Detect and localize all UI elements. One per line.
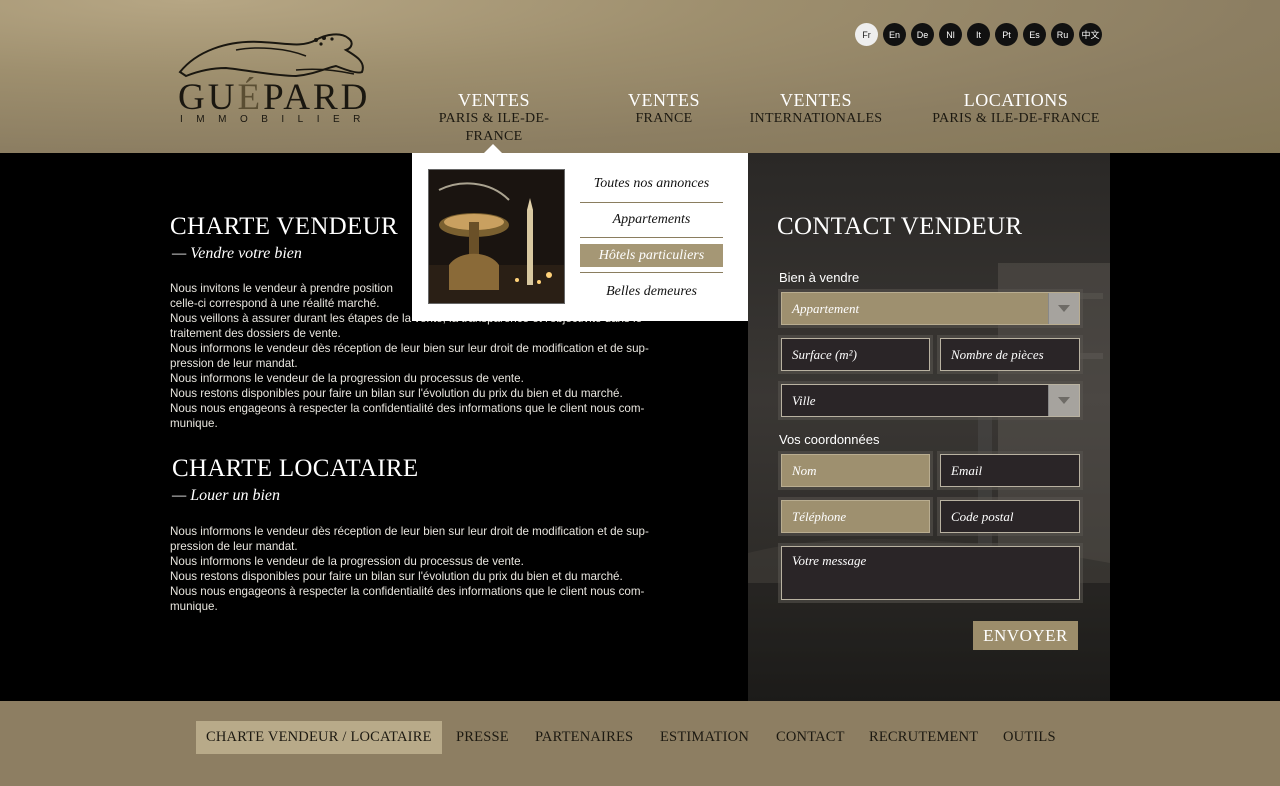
lang-fr[interactable]: Fr bbox=[855, 23, 878, 46]
text-line: munique. bbox=[170, 417, 218, 430]
chevron-down-icon[interactable] bbox=[1048, 385, 1079, 416]
language-switcher: Fr En De Nl It Pt Es Ru 中文 bbox=[855, 23, 1102, 46]
site-header: GUÉPARD IMMOBILIER Fr En De Nl It Pt Es … bbox=[0, 0, 1280, 153]
dropdown-divider bbox=[580, 237, 723, 238]
text-line: Nous informons le vendeur dès réception … bbox=[170, 525, 649, 538]
text-line: Nous informons le vendeur de la progress… bbox=[170, 555, 524, 568]
nav-sublabel: FRANCE bbox=[635, 111, 693, 126]
city-wrap: Ville bbox=[778, 381, 1083, 420]
text-line: munique. bbox=[170, 600, 218, 613]
nav-label: VENTES bbox=[628, 90, 700, 110]
charte-locataire-title: CHARTE LOCATAIRE bbox=[172, 455, 419, 482]
message-wrap: Votre message bbox=[778, 543, 1083, 603]
rooms-input[interactable]: Nombre de pièces bbox=[940, 338, 1080, 371]
vos-coordonnees-label: Vos coordonnées bbox=[779, 432, 880, 447]
property-type-wrap: Appartement bbox=[778, 289, 1083, 328]
dropdown-link-all-listings[interactable]: Toutes nos annonces bbox=[580, 172, 723, 195]
text-line: Nous nous engageons à respecter la confi… bbox=[170, 585, 645, 598]
nav-ventes-france[interactable]: VENTES FRANCE bbox=[614, 90, 714, 128]
pieces-wrap: Nombre de pièces bbox=[937, 335, 1083, 374]
charte-locataire-subtitle: — Louer un bien bbox=[172, 487, 280, 504]
city-select[interactable]: Ville bbox=[781, 384, 1080, 417]
text-line: pression de leur mandat. bbox=[170, 540, 298, 553]
bien-a-vendre-label: Bien à vendre bbox=[779, 270, 860, 285]
nav-label: VENTES bbox=[458, 90, 530, 110]
dropdown-divider bbox=[580, 202, 723, 203]
lang-nl[interactable]: Nl bbox=[939, 23, 962, 46]
footer-nav: CHARTE VENDEUR / LOCATAIRE PRESSE PARTEN… bbox=[0, 701, 1280, 786]
phone-wrap: Téléphone bbox=[778, 497, 933, 536]
charte-vendeur-title: CHARTE VENDEUR bbox=[170, 213, 398, 240]
email-wrap: Email bbox=[937, 451, 1083, 490]
text-line: Nous restons disponibles pour faire un b… bbox=[170, 387, 623, 400]
phone-input[interactable]: Téléphone bbox=[781, 500, 930, 533]
nav-sublabel: PARIS & ILE-DE-FRANCE bbox=[438, 111, 550, 144]
ventes-paris-dropdown: Toutes nos annonces Appartements Hôtels … bbox=[412, 153, 748, 321]
name-input[interactable]: Nom bbox=[781, 454, 930, 487]
nav-label: LOCATIONS bbox=[963, 90, 1069, 110]
name-wrap: Nom bbox=[778, 451, 933, 490]
footer-link-recrutement[interactable]: RECRUTEMENT bbox=[869, 721, 978, 754]
dropdown-link-hotels-particuliers[interactable]: Hôtels particuliers bbox=[580, 244, 723, 267]
text-line: traitement des dossiers de vente. bbox=[170, 327, 341, 340]
nav-ventes-internationales[interactable]: VENTES INTERNATIONALES bbox=[746, 90, 886, 128]
lang-de[interactable]: De bbox=[911, 23, 934, 46]
fountain-photo bbox=[428, 169, 565, 304]
charte-vendeur-subtitle: — Vendre votre bien bbox=[172, 245, 302, 262]
text-line: Nous nous engageons à respecter la confi… bbox=[170, 402, 645, 415]
nav-ventes-paris[interactable]: VENTES PARIS & ILE-DE-FRANCE bbox=[411, 90, 577, 146]
lang-ru[interactable]: Ru bbox=[1051, 23, 1074, 46]
charte-locataire-text: Nous informons le vendeur dès réception … bbox=[170, 524, 690, 614]
contact-vendeur-title: CONTACT VENDEUR bbox=[777, 213, 1023, 240]
send-button[interactable]: ENVOYER bbox=[973, 621, 1078, 650]
footer-link-outils[interactable]: OUTILS bbox=[1003, 721, 1056, 754]
surface-wrap: Surface (m²) bbox=[778, 335, 933, 374]
footer-link-charte[interactable]: CHARTE VENDEUR / LOCATAIRE bbox=[196, 721, 442, 754]
footer-link-estimation[interactable]: ESTIMATION bbox=[660, 721, 749, 754]
postal-code-wrap: Code postal bbox=[937, 497, 1083, 536]
text-line: Nous restons disponibles pour faire un b… bbox=[170, 570, 623, 583]
lang-en[interactable]: En bbox=[883, 23, 906, 46]
surface-input[interactable]: Surface (m²) bbox=[781, 338, 930, 371]
nav-locations-paris[interactable]: LOCATIONS PARIS & ILE-DE-FRANCE bbox=[931, 90, 1101, 128]
postal-code-input[interactable]: Code postal bbox=[940, 500, 1080, 533]
footer-link-presse[interactable]: PRESSE bbox=[456, 721, 509, 754]
select-value: Appartement bbox=[792, 300, 860, 316]
dropdown-link-apartments[interactable]: Appartements bbox=[580, 208, 723, 231]
lang-it[interactable]: It bbox=[967, 23, 990, 46]
dropdown-link-belles-demeures[interactable]: Belles demeures bbox=[580, 280, 723, 303]
select-value: Ville bbox=[792, 392, 816, 408]
text-line: Nous informons le vendeur dès réception … bbox=[170, 342, 649, 355]
text-line: Nous informons le vendeur de la progress… bbox=[170, 372, 524, 385]
dropdown-pointer bbox=[484, 144, 502, 153]
guepard-logo[interactable]: GUÉPARD IMMOBILIER bbox=[176, 30, 386, 130]
message-textarea[interactable]: Votre message bbox=[781, 546, 1080, 600]
chevron-down-icon[interactable] bbox=[1048, 293, 1079, 324]
logo-subtitle: IMMOBILIER bbox=[180, 114, 374, 125]
lang-zh[interactable]: 中文 bbox=[1079, 23, 1102, 46]
lang-es[interactable]: Es bbox=[1023, 23, 1046, 46]
nav-label: VENTES bbox=[780, 90, 852, 110]
cheetah-icon bbox=[178, 33, 364, 78]
logo-wordmark: GUÉPARD bbox=[178, 77, 371, 118]
dropdown-divider bbox=[580, 272, 723, 273]
footer-link-partenaires[interactable]: PARTENAIRES bbox=[535, 721, 633, 754]
footer-link-contact[interactable]: CONTACT bbox=[776, 721, 845, 754]
text-line: pression de leur mandat. bbox=[170, 357, 298, 370]
lang-pt[interactable]: Pt bbox=[995, 23, 1018, 46]
nav-sublabel: INTERNATIONALES bbox=[749, 111, 883, 126]
email-input[interactable]: Email bbox=[940, 454, 1080, 487]
property-type-select[interactable]: Appartement bbox=[781, 292, 1080, 325]
nav-sublabel: PARIS & ILE-DE-FRANCE bbox=[932, 111, 1100, 126]
